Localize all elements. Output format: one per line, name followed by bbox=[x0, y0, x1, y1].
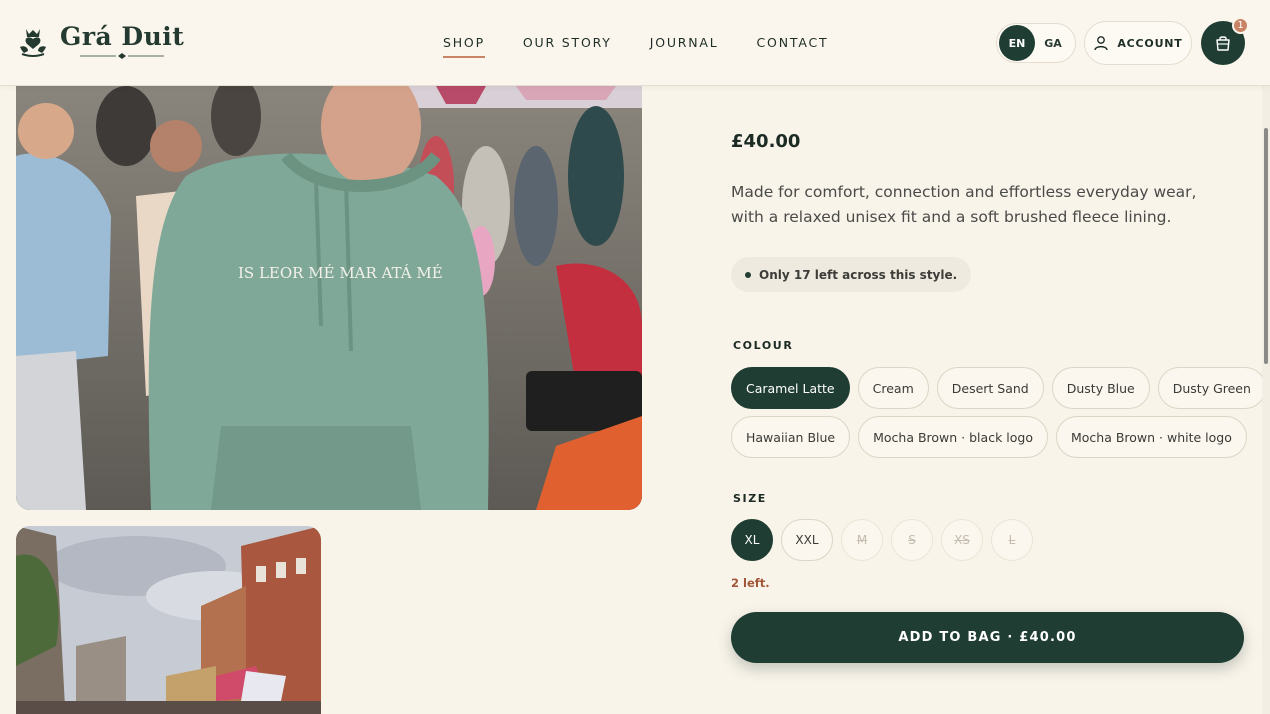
size-label: SIZE bbox=[733, 492, 767, 505]
colour-caramel-latte[interactable]: Caramel Latte bbox=[731, 367, 850, 409]
product-price: £40.00 bbox=[731, 131, 801, 152]
language-switcher: EN GA bbox=[996, 23, 1076, 63]
account-button[interactable]: ACCOUNT bbox=[1084, 21, 1192, 65]
colour-options-row-1: Caramel Latte Cream Desert Sand Dusty Bl… bbox=[731, 367, 1266, 409]
stock-dot-icon bbox=[745, 271, 751, 278]
lang-ga[interactable]: GA bbox=[1035, 25, 1071, 61]
product-photo-street[interactable] bbox=[16, 526, 321, 714]
brand-logo[interactable]: Grá Duit bbox=[16, 24, 184, 60]
hoodie-model-photo: IS LEOR MÉ MAR ATÁ MÉ bbox=[16, 86, 642, 510]
colour-hawaiian-blue[interactable]: Hawaiian Blue bbox=[731, 416, 851, 458]
street-scene-photo bbox=[16, 526, 321, 714]
product-photo-main[interactable]: IS LEOR MÉ MAR ATÁ MÉ bbox=[16, 86, 642, 510]
colour-desert-sand[interactable]: Desert Sand bbox=[936, 367, 1044, 409]
colour-label: COLOUR bbox=[733, 339, 794, 352]
hoodie-print-text: IS LEOR MÉ MAR ATÁ MÉ bbox=[238, 264, 443, 282]
colour-dusty-green[interactable]: Dusty Green bbox=[1157, 367, 1266, 409]
size-xxl[interactable]: XXL bbox=[781, 519, 833, 561]
lang-en[interactable]: EN bbox=[999, 25, 1035, 61]
colour-cream[interactable]: Cream bbox=[857, 367, 929, 409]
colour-mocha-brown-black-logo[interactable]: Mocha Brown · black logo bbox=[858, 416, 1048, 458]
user-icon bbox=[1094, 36, 1109, 51]
nav-our-story[interactable]: OUR STORY bbox=[523, 35, 612, 56]
stock-badge: Only 17 left across this style. bbox=[731, 257, 972, 292]
size-stock-note: 2 left. bbox=[731, 576, 770, 590]
bag-count-badge: 1 bbox=[1232, 17, 1249, 34]
size-l[interactable]: L bbox=[991, 519, 1033, 561]
size-m[interactable]: M bbox=[841, 519, 883, 561]
nav-journal[interactable]: JOURNAL bbox=[650, 35, 719, 56]
add-to-bag-button[interactable]: ADD TO BAG · £40.00 bbox=[731, 612, 1244, 663]
size-options: XL XXL M S XS L bbox=[731, 519, 1033, 561]
colour-dusty-blue[interactable]: Dusty Blue bbox=[1051, 367, 1150, 409]
size-s[interactable]: S bbox=[891, 519, 933, 561]
nav-contact[interactable]: CONTACT bbox=[757, 35, 829, 56]
size-xs[interactable]: XS bbox=[941, 519, 983, 561]
main-nav: SHOP OUR STORY JOURNAL CONTACT bbox=[443, 35, 829, 58]
logo-ornament bbox=[80, 53, 165, 59]
shopping-bag-icon bbox=[1216, 36, 1230, 51]
claddagh-icon bbox=[20, 29, 46, 57]
scrollbar-thumb[interactable] bbox=[1264, 128, 1268, 364]
stock-note: Only 17 left across this style. bbox=[759, 267, 958, 282]
product-description: Made for comfort, connection and effortl… bbox=[731, 183, 1197, 226]
size-xl[interactable]: XL bbox=[731, 519, 773, 561]
colour-options-row-2: Hawaiian Blue Mocha Brown · black logo M… bbox=[731, 416, 1247, 458]
colour-mocha-brown-white-logo[interactable]: Mocha Brown · white logo bbox=[1055, 416, 1247, 458]
brand-name: Grá Duit bbox=[60, 22, 185, 51]
site-header: Grá Duit SHOP OUR STORY JOURNAL CONTACT … bbox=[0, 0, 1270, 86]
account-label: ACCOUNT bbox=[1117, 36, 1183, 50]
bag-button[interactable]: 1 bbox=[1201, 17, 1249, 65]
nav-shop[interactable]: SHOP bbox=[443, 35, 485, 58]
